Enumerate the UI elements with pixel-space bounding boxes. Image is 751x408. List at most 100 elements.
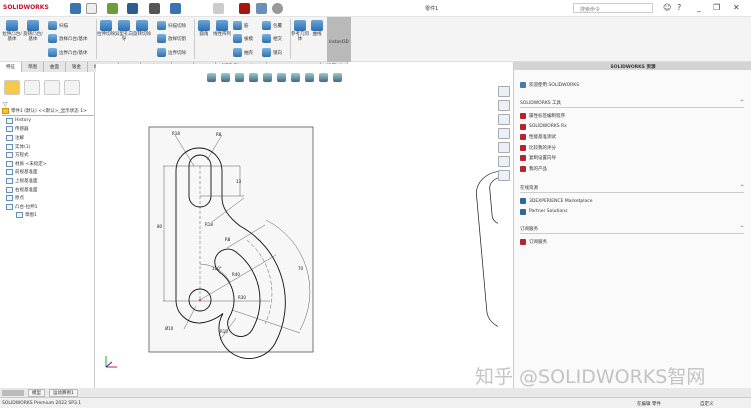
- file-explorer-tab-icon[interactable]: [498, 114, 510, 125]
- print-icon[interactable]: [149, 3, 160, 14]
- revolve-cut-button[interactable]: 旋转切除: [133, 20, 151, 37]
- tab-scroll-arrows[interactable]: [2, 389, 24, 396]
- graphics-area[interactable]: R18 R8 13 80 R18 R8 110° R40 R30 70 R10 …: [96, 64, 498, 388]
- tree-item[interactable]: 右视基准面: [2, 185, 94, 194]
- units-selector[interactable]: 自定义: [700, 401, 714, 407]
- lofted-cut-button[interactable]: 放样切割: [157, 34, 186, 43]
- resource-link[interactable]: Partner Solutions: [520, 207, 744, 218]
- tree-item[interactable]: History: [2, 117, 94, 126]
- search-input[interactable]: 搜索命令: [573, 3, 653, 13]
- help-icon[interactable]: ?: [677, 3, 681, 12]
- resource-link[interactable]: 比较我的评分: [520, 143, 744, 154]
- fillet-button[interactable]: 圆角: [195, 20, 213, 37]
- user-icon[interactable]: ☺: [663, 3, 671, 12]
- tab-2[interactable]: 曲面: [44, 62, 66, 72]
- extrude-boss-button[interactable]: 拉伸凸台/基体: [2, 20, 22, 42]
- tab-3[interactable]: 钣金: [66, 62, 88, 72]
- design-library-tab-icon[interactable]: [498, 100, 510, 111]
- rebuild-icon[interactable]: [239, 3, 250, 14]
- tree-item[interactable]: 注解: [2, 134, 94, 143]
- rib-button[interactable]: 筋: [233, 21, 249, 30]
- dimxpert-tab-icon[interactable]: [64, 80, 80, 95]
- resource-link[interactable]: 性能基准测试: [520, 132, 744, 143]
- resource-link[interactable]: 订阅服务: [520, 237, 744, 248]
- zoom-area-icon[interactable]: [221, 73, 230, 82]
- shell-button[interactable]: 抽壳: [233, 48, 253, 57]
- resource-link[interactable]: 我的产品: [520, 164, 744, 175]
- resource-link[interactable]: SOLIDWORKS Rx: [520, 122, 744, 133]
- appearances-tab-icon[interactable]: [498, 142, 510, 153]
- linear-pattern-button[interactable]: 线性阵列: [213, 20, 231, 37]
- select-icon[interactable]: [213, 3, 224, 14]
- open-icon[interactable]: [107, 3, 118, 14]
- reference-geometry-button[interactable]: 参考几何体: [291, 20, 309, 42]
- display-style-icon[interactable]: [277, 73, 286, 82]
- appearance-icon[interactable]: [305, 73, 314, 82]
- previous-view-icon[interactable]: [235, 73, 244, 82]
- hole-wizard-button[interactable]: 异型孔向导: [115, 20, 133, 42]
- hide-show-icon[interactable]: [291, 73, 300, 82]
- section-view-icon[interactable]: [249, 73, 258, 82]
- wrap-button[interactable]: 包覆: [262, 21, 282, 30]
- collapse-icon[interactable]: ^: [740, 226, 744, 232]
- tree-root-part[interactable]: 零件1 (默认) <<默认>_显示状态 1>: [2, 107, 94, 116]
- custom-properties-tab-icon[interactable]: [498, 156, 510, 167]
- boundary-boss-button[interactable]: 边界凸台/基体: [48, 48, 88, 57]
- 3d-part[interactable]: [475, 160, 498, 367]
- tree-item[interactable]: 前视基准面: [2, 168, 94, 177]
- intersect-button[interactable]: 相交: [262, 34, 282, 43]
- file-properties-icon[interactable]: [256, 3, 267, 14]
- tree-item[interactable]: 原点: [2, 194, 94, 203]
- resource-link[interactable]: 3DEXPERIENCE Marketplace: [520, 196, 744, 207]
- tab-0[interactable]: 特征: [0, 62, 22, 72]
- configuration-manager-tab-icon[interactable]: [44, 80, 60, 95]
- collapse-icon[interactable]: ^: [740, 100, 744, 106]
- extrude-cut-button[interactable]: 拉伸切除: [97, 20, 115, 37]
- sweep-button[interactable]: 扫描: [48, 21, 68, 30]
- loft-boss-button[interactable]: 放样凸台/基体: [48, 34, 88, 43]
- dim-label: R8: [216, 132, 222, 137]
- swept-cut-button[interactable]: 扫描切除: [157, 21, 186, 30]
- tree-item[interactable]: 凸台-拉伸1: [2, 203, 94, 212]
- section-header[interactable]: SOLIDWORKS 工具 ^: [520, 100, 744, 108]
- property-manager-tab-icon[interactable]: [24, 80, 40, 95]
- tree-item[interactable]: 材质 <未指定>: [2, 160, 94, 169]
- tree-item[interactable]: 方程式: [2, 151, 94, 160]
- view-orientation-icon[interactable]: [263, 73, 272, 82]
- zoom-to-fit-icon[interactable]: [207, 73, 216, 82]
- feature-manager-tab-icon[interactable]: [4, 80, 20, 95]
- resources-tab-icon[interactable]: [498, 86, 510, 97]
- resource-link[interactable]: 复制设置向导: [520, 153, 744, 164]
- tab-1[interactable]: 草图: [22, 62, 44, 72]
- mirror-button[interactable]: 镜向: [262, 48, 282, 57]
- tab-motion-study[interactable]: 运动算例1: [49, 388, 78, 397]
- curves-button[interactable]: 曲线: [309, 20, 325, 37]
- undo-icon[interactable]: [170, 3, 181, 14]
- minimize-icon[interactable]: _: [697, 3, 701, 12]
- welcome-link[interactable]: 欢迎使用 SOLIDWORKS: [529, 82, 579, 88]
- view-settings-icon[interactable]: [333, 73, 342, 82]
- revolve-boss-button[interactable]: 旋转凸台/基体: [23, 20, 43, 42]
- resource-link[interactable]: 属性标签编制程序: [520, 111, 744, 122]
- collapse-icon[interactable]: ^: [740, 185, 744, 191]
- scene-icon[interactable]: [319, 73, 328, 82]
- forum-tab-icon[interactable]: [498, 170, 510, 181]
- save-icon[interactable]: [127, 3, 138, 14]
- boundary-cut-button[interactable]: 边界切除: [157, 48, 186, 57]
- instant3d-button[interactable]: Instant3D: [327, 17, 351, 62]
- close-icon[interactable]: ✕: [733, 3, 740, 12]
- welcome-link-row[interactable]: 欢迎使用 SOLIDWORKS: [520, 80, 744, 91]
- home-icon[interactable]: [70, 3, 81, 14]
- tree-item[interactable]: 上视基准面: [2, 177, 94, 186]
- restore-icon[interactable]: ❐: [713, 3, 720, 12]
- gear-icon[interactable]: [272, 3, 283, 14]
- tree-item[interactable]: 草图1: [2, 211, 94, 220]
- new-file-icon[interactable]: [86, 3, 97, 14]
- view-palette-tab-icon[interactable]: [498, 128, 510, 139]
- tree-item[interactable]: 实体(1): [2, 142, 94, 151]
- tree-item[interactable]: 传感器: [2, 125, 94, 134]
- section-header[interactable]: 订阅服务 ^: [520, 226, 744, 234]
- draft-button[interactable]: 拔模: [233, 34, 253, 43]
- tab-model[interactable]: 模型: [28, 388, 45, 397]
- section-header[interactable]: 在线资源 ^: [520, 185, 744, 193]
